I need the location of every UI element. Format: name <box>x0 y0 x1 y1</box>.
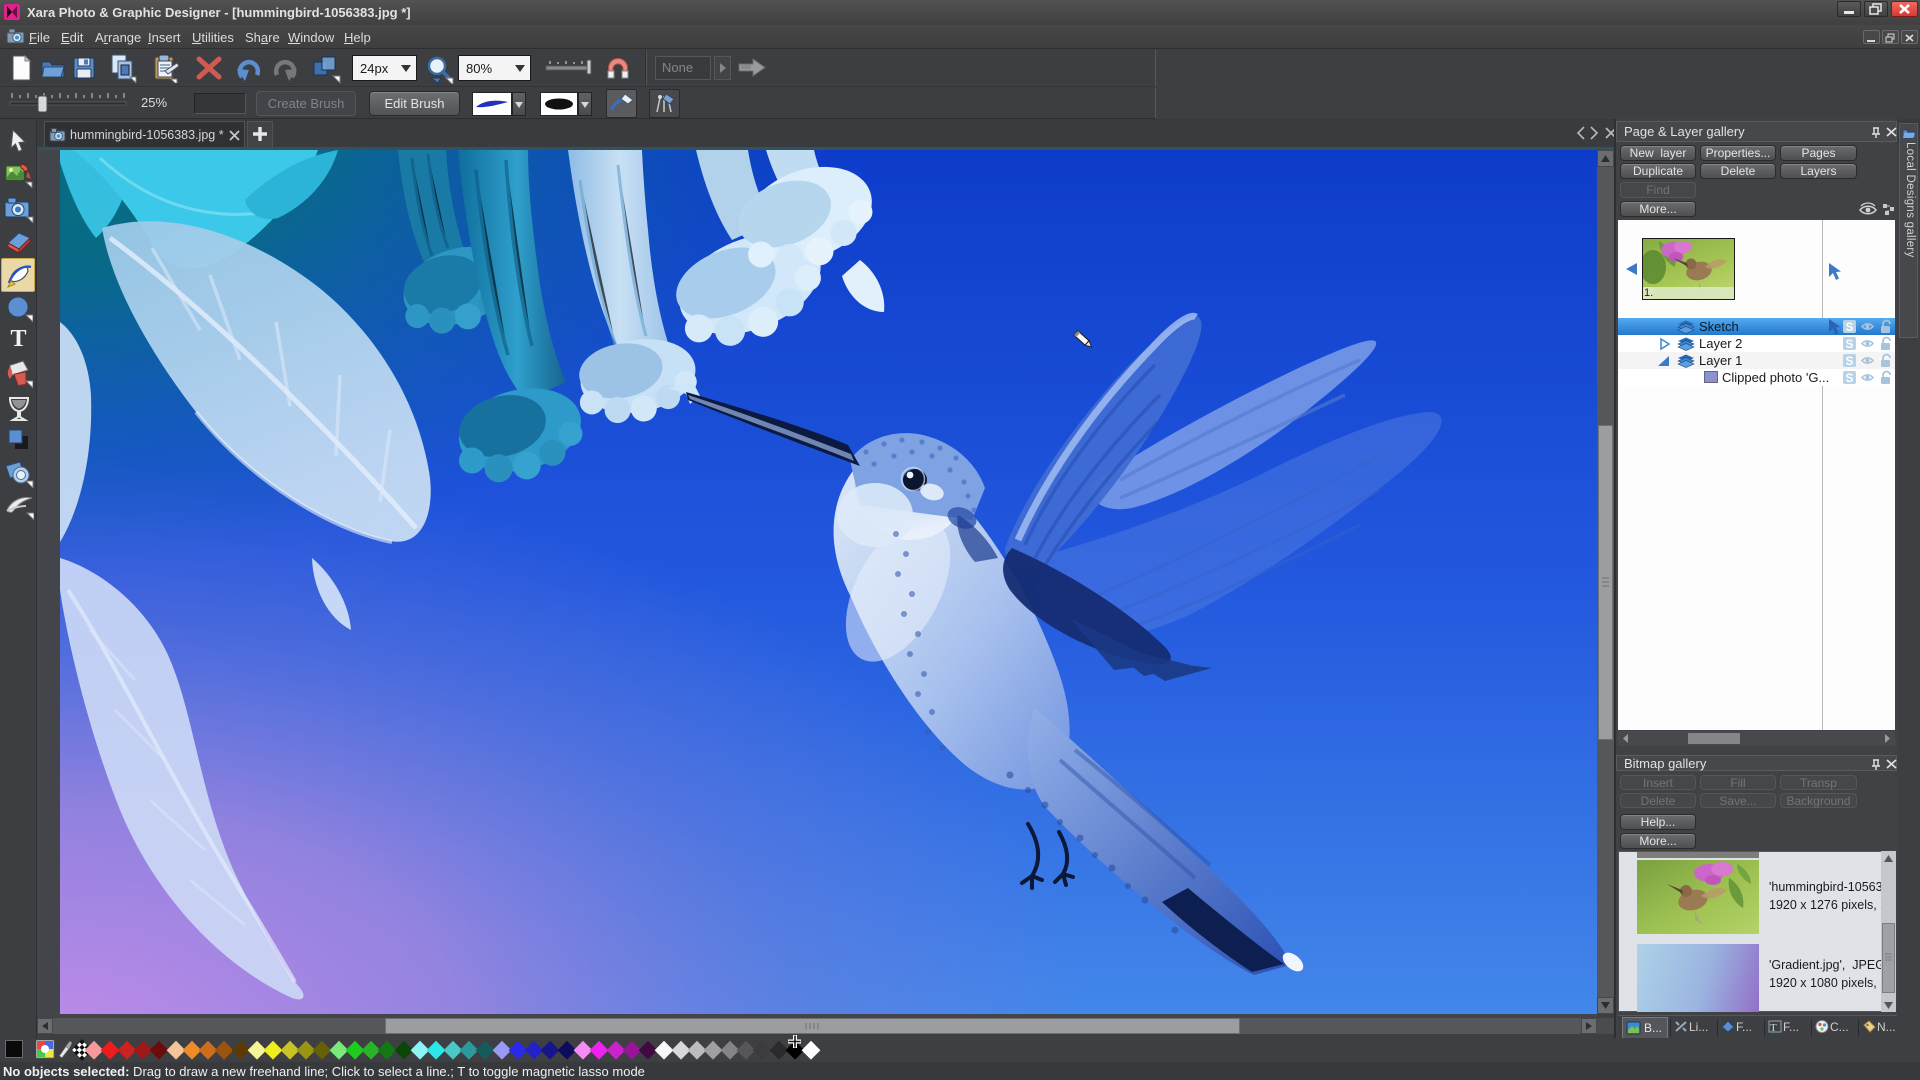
svg-text:S: S <box>1846 373 1854 385</box>
svg-text:T: T <box>1770 1022 1777 1033</box>
svg-text:S: S <box>1846 339 1854 351</box>
svg-text:S: S <box>1846 322 1854 334</box>
svg-text:S: S <box>1846 356 1854 368</box>
